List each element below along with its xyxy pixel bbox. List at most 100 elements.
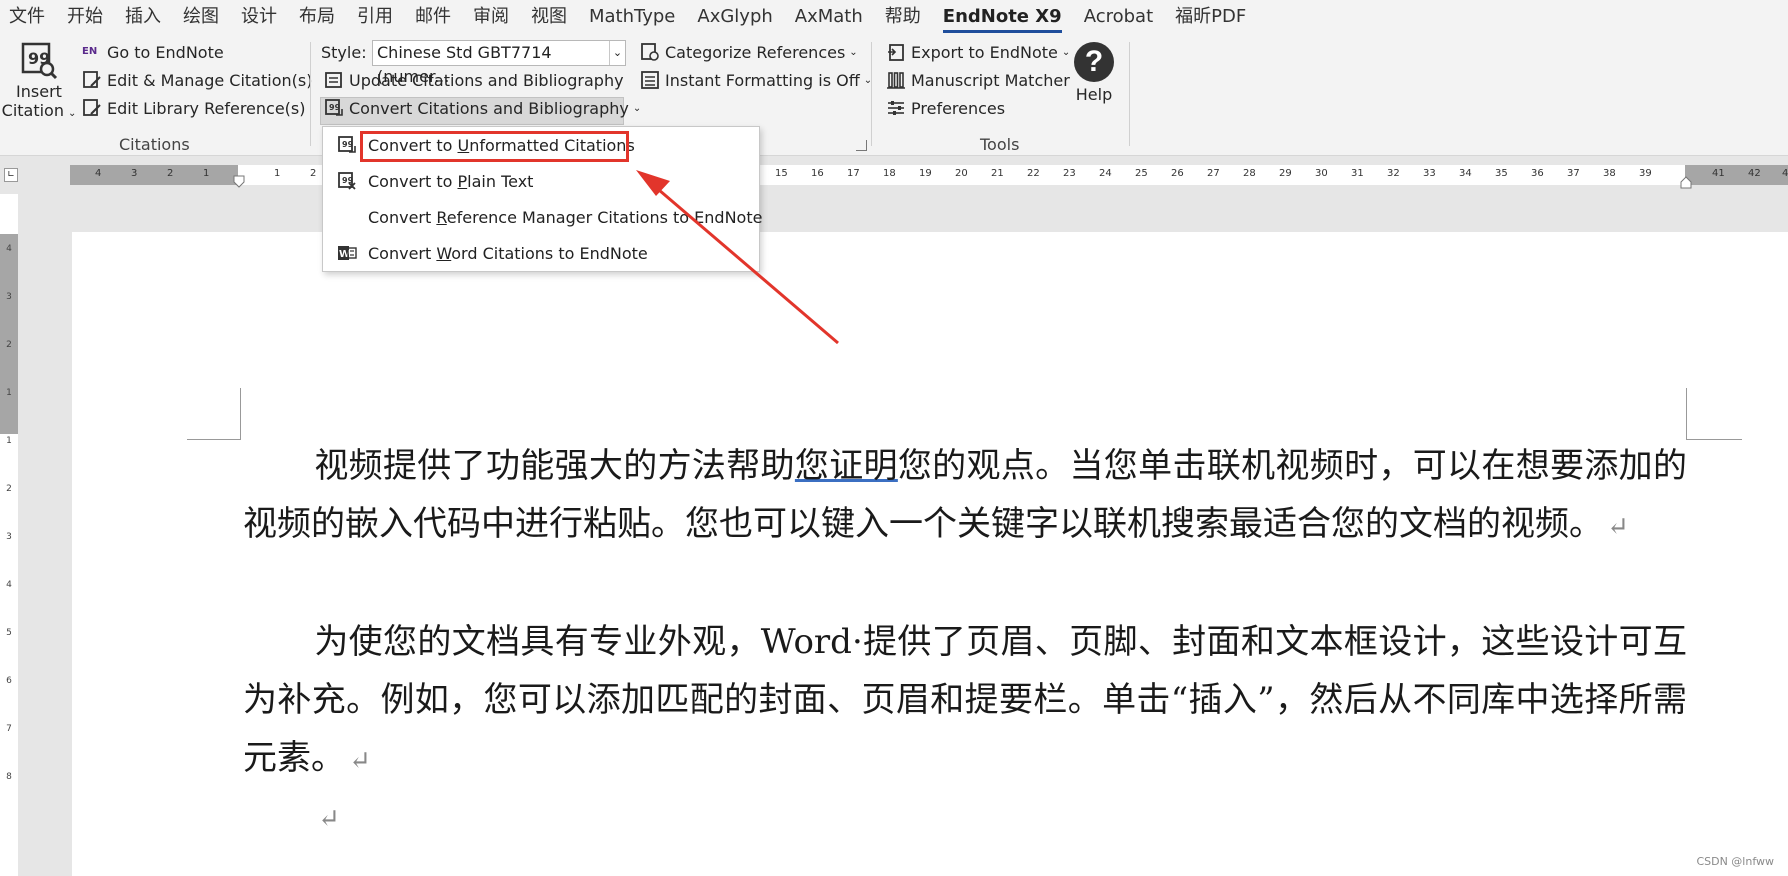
chevron-down-icon: ⌄: [1061, 46, 1071, 58]
instant-formatting-button[interactable]: Instant Formatting is Off ⌄: [640, 70, 872, 90]
vertical-ruler[interactable]: 4 3 2 1 1 2 3 4 5 6 7 8: [0, 194, 18, 876]
instant-formatting-icon: [641, 71, 659, 89]
ruler-tick: 24: [1099, 168, 1112, 179]
right-indent-marker-icon[interactable]: [1680, 175, 1692, 189]
ruler-right-margin: [1685, 165, 1788, 185]
ruler-tick: 31: [1351, 168, 1364, 179]
ruler-tick: 2: [167, 168, 174, 179]
tab-9[interactable]: 视图: [520, 0, 578, 34]
paragraph-mark-icon: ↵: [1607, 512, 1629, 542]
convert-citations-label: Convert Citations and Bibliography: [349, 98, 629, 118]
categorize-references-button[interactable]: Categorize References ⌄: [640, 42, 858, 62]
edit-library-icon: [83, 99, 101, 116]
edit-library-label: Edit Library Reference(s): [107, 98, 306, 118]
tab-4[interactable]: 设计: [230, 0, 288, 34]
vertical-ruler-tick: 3: [6, 532, 12, 542]
tab-2[interactable]: 插入: [114, 0, 172, 34]
edit-citation-icon: [83, 71, 101, 88]
ruler-tick: 42: [1748, 168, 1761, 179]
help-label: Help: [1075, 85, 1113, 104]
chevron-down-icon: ⌄: [849, 46, 858, 58]
tab-16[interactable]: 福昕PDF: [1164, 0, 1257, 34]
paragraph-1-underlined-text: 您证明: [794, 446, 898, 486]
convert-citations-content[interactable]: 99 Convert Citations and Bibliography ⌄: [324, 98, 641, 118]
ribbon-tab-bar: 文件 开始 插入 绘图 设计 布局 引用 邮件 审阅 视图 MathType AxGlyph AxMat…: [0, 0, 1788, 34]
update-citations-button[interactable]: Update Citations and Bibliography: [324, 70, 624, 90]
svg-text:99: 99: [342, 140, 354, 149]
ruler-tick: 4: [1782, 168, 1788, 179]
vertical-ruler-tick: 8: [6, 772, 12, 782]
style-select[interactable]: Chinese Std GBT7714 (numer... ⌄: [372, 40, 626, 86]
endnote-ribbon: 99 Insert Citation ⌄ EN Go to EndNote Edi…: [0, 34, 1788, 156]
vertical-ruler-tick: 1: [6, 436, 12, 446]
ruler-tick: 1: [274, 168, 281, 179]
ruler-tick: 41: [1712, 168, 1725, 179]
menu-label: Convert to Plain Text: [368, 171, 534, 191]
edit-manage-citations-button[interactable]: Edit & Manage Citation(s): [82, 70, 312, 90]
tab-6[interactable]: 引用: [346, 0, 404, 34]
manuscript-matcher-label: Manuscript Matcher: [911, 70, 1070, 90]
convert-citations-icon: 99: [325, 99, 343, 116]
go-to-endnote-button[interactable]: EN Go to EndNote: [82, 42, 224, 62]
menu-item-convert-plain-text[interactable]: 99 Convert to Plain Text: [323, 163, 759, 199]
document-empty-paragraph[interactable]: ↵: [243, 787, 1687, 848]
instant-formatting-label: Instant Formatting is Off: [665, 70, 860, 90]
export-to-endnote-button[interactable]: Export to EndNote ⌄: [886, 42, 1070, 62]
paragraph-1-text-a: 视频提供了功能强大的方法帮助: [314, 446, 795, 486]
tab-3[interactable]: 绘图: [172, 0, 230, 34]
tab-1[interactable]: 开始: [56, 0, 114, 34]
ruler-tick: 28: [1243, 168, 1256, 179]
ruler-tick: 34: [1459, 168, 1472, 179]
ruler-tick: 36: [1531, 168, 1544, 179]
ruler-tick: 17: [847, 168, 860, 179]
categorize-icon: [641, 43, 659, 61]
insert-citation-label-1: Insert: [16, 82, 62, 101]
citations-group-label: Citations: [119, 135, 190, 154]
dialog-launcher-icon[interactable]: [856, 140, 867, 151]
menu-item-convert-word-citations[interactable]: W Convert Word Citations to EndNote: [323, 235, 759, 271]
menu-item-convert-reference-manager[interactable]: Convert Reference Manager Citations to E…: [323, 199, 762, 235]
plain-text-icon: 99: [338, 172, 356, 190]
document-paragraph-2[interactable]: 为使您的文档具有专业外观，Word·提供了页眉、页脚、封面和文本框设计，这些设计…: [243, 613, 1687, 790]
tab-10[interactable]: MathType: [578, 0, 686, 34]
manuscript-matcher-button[interactable]: Manuscript Matcher: [886, 70, 1070, 90]
tab-8[interactable]: 审阅: [462, 0, 520, 34]
tab-12[interactable]: AxMath: [784, 0, 874, 34]
edit-manage-label: Edit & Manage Citation(s): [107, 70, 313, 90]
vertical-ruler-tick: 6: [6, 676, 12, 686]
horizontal-ruler[interactable]: ∟ 4 3 2 1 1 2 15 16 17 18 19 20 21 22 23 24 25 26 27 28 29 30…: [0, 156, 1788, 194]
group-separator: [310, 42, 311, 146]
group-separator: [1129, 42, 1130, 146]
tab-7[interactable]: 邮件: [404, 0, 462, 34]
categorize-label: Categorize References: [665, 42, 846, 62]
edit-library-reference-button[interactable]: Edit Library Reference(s): [82, 98, 306, 118]
vertical-ruler-margin: [0, 234, 18, 434]
chevron-down-icon[interactable]: ⌄: [609, 41, 625, 65]
export-label: Export to EndNote: [911, 42, 1058, 62]
document-paragraph-1[interactable]: 视频提供了功能强大的方法帮助您证明您的观点。当您单击联机视频时，可以在想要添加的…: [243, 437, 1687, 556]
tab-5[interactable]: 布局: [288, 0, 346, 34]
manuscript-matcher-icon: [887, 72, 905, 89]
help-button[interactable]: ? Help: [1074, 42, 1114, 104]
tab-selector[interactable]: ∟: [4, 168, 18, 182]
preferences-icon: [888, 101, 904, 115]
ruler-tick: 35: [1495, 168, 1508, 179]
tab-0[interactable]: 文件: [0, 0, 56, 34]
ruler-tick: 20: [955, 168, 968, 179]
menu-label: Convert Word Citations to EndNote: [368, 243, 648, 263]
tab-15[interactable]: Acrobat: [1073, 0, 1164, 34]
tab-13[interactable]: 帮助: [874, 0, 932, 34]
tab-11[interactable]: AxGlyph: [686, 0, 783, 34]
ruler-tick: 15: [775, 168, 788, 179]
preferences-button[interactable]: Preferences: [886, 98, 1005, 118]
ruler-tick: 39: [1639, 168, 1652, 179]
chevron-down-icon: ⌄: [67, 108, 77, 119]
indent-marker-icon[interactable]: [233, 175, 245, 189]
ruler-tick: 38: [1603, 168, 1616, 179]
insert-citation-button[interactable]: 99 Insert Citation ⌄: [2, 42, 77, 132]
ruler-tick: 4: [95, 168, 102, 179]
watermark: CSDN @lnfww: [1696, 855, 1774, 868]
help-icon: ?: [1074, 42, 1114, 82]
ruler-tick: 29: [1279, 168, 1292, 179]
tab-14[interactable]: EndNote X9: [932, 0, 1073, 34]
